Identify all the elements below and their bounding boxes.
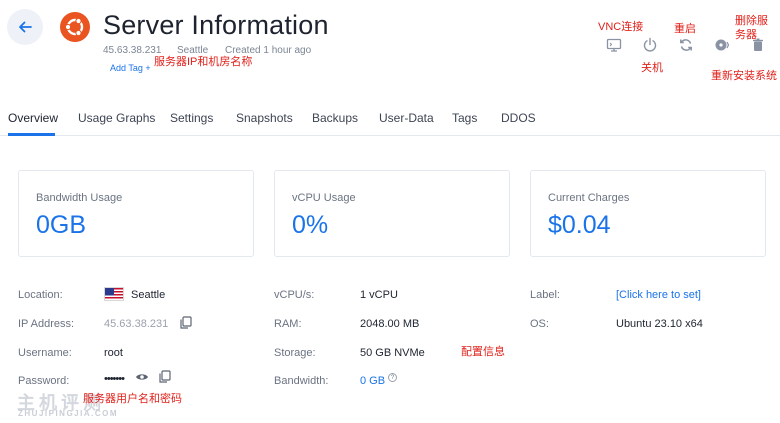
ip-address-value: 45.63.38.231: [104, 318, 169, 330]
annotation-vnc: VNC连接: [598, 21, 644, 33]
storage-label: Storage:: [274, 347, 316, 359]
server-ip: 45.63.38.231: [103, 45, 162, 56]
show-password-button[interactable]: [135, 371, 149, 383]
location-value: Seattle: [131, 289, 166, 301]
ubuntu-logo-icon: [60, 12, 90, 42]
copy-icon: [179, 315, 192, 329]
question-icon[interactable]: ?: [388, 373, 397, 382]
us-flag-icon: [104, 287, 124, 301]
current-charges-card: Current Charges $0.04: [530, 170, 766, 257]
bandwidth-value[interactable]: 0 GB: [360, 375, 385, 387]
tab-settings[interactable]: Settings: [170, 111, 213, 125]
ram-label: RAM:: [274, 318, 302, 330]
ip-address-label: IP Address:: [18, 318, 75, 330]
tab-user-data[interactable]: User-Data: [379, 111, 434, 125]
annotation-ip-room: 服务器IP和机房名称: [154, 56, 253, 68]
label-field-label: Label:: [530, 289, 560, 301]
username-value: root: [104, 347, 123, 359]
tab-tags[interactable]: Tags: [452, 111, 477, 125]
password-value: •••••••: [104, 373, 125, 385]
annotation-credentials: 服务器用户名和密码: [83, 393, 182, 405]
restart-button[interactable]: [677, 36, 695, 54]
copy-ip-button[interactable]: [178, 315, 192, 329]
power-icon: [643, 37, 657, 52]
vcpu-label: vCPU/s:: [274, 289, 315, 301]
os-label: OS:: [530, 318, 549, 330]
trash-icon: [753, 38, 763, 51]
vcpu-value: 1 vCPU: [360, 289, 398, 301]
card-value: 0%: [292, 211, 329, 239]
annotation-config: 配置信息: [461, 346, 505, 358]
add-tag-link[interactable]: Add Tag +: [110, 63, 151, 73]
set-label-link[interactable]: [Click here to set]: [616, 289, 701, 301]
tab-bar: Overview Usage Graphs Settings Snapshots…: [0, 100, 780, 136]
tab-ddos[interactable]: DDOS: [501, 111, 536, 125]
delete-button[interactable]: [749, 36, 767, 54]
storage-value: 50 GB NVMe: [360, 347, 425, 359]
active-tab-indicator: [8, 133, 55, 136]
os-value: Ubuntu 23.10 x64: [616, 318, 703, 330]
card-label: Current Charges: [548, 192, 630, 204]
card-label: Bandwidth Usage: [36, 192, 123, 204]
monitor-icon: [606, 38, 622, 52]
disc-icon: [715, 39, 730, 51]
annotation-shutdown: 关机: [641, 62, 663, 74]
card-value: $0.04: [548, 211, 611, 239]
vcpu-usage-card: vCPU Usage 0%: [274, 170, 510, 257]
tab-backups[interactable]: Backups: [312, 111, 358, 125]
back-button[interactable]: [7, 9, 43, 45]
ram-value: 2048.00 MB: [360, 318, 420, 330]
tab-usage-graphs[interactable]: Usage Graphs: [78, 111, 155, 125]
refresh-icon: [680, 39, 692, 51]
power-button[interactable]: [641, 36, 659, 54]
vnc-button[interactable]: [605, 36, 623, 54]
card-value: 0GB: [36, 211, 87, 239]
annotation-restart: 重启: [674, 23, 696, 35]
tab-overview[interactable]: Overview: [8, 111, 58, 125]
eye-icon: [136, 374, 148, 380]
password-label: Password:: [18, 375, 70, 387]
bandwidth-usage-card: Bandwidth Usage 0GB: [18, 170, 254, 257]
arrow-left-icon: [19, 21, 32, 33]
copy-password-button[interactable]: [157, 369, 171, 383]
page-title: Server Information: [103, 10, 329, 40]
copy-icon: [158, 369, 171, 383]
card-label: vCPU Usage: [292, 192, 356, 204]
tab-snapshots[interactable]: Snapshots: [236, 111, 293, 125]
annotation-reinstall: 重新安装系统: [711, 70, 777, 82]
bandwidth-label: Bandwidth:: [274, 375, 329, 387]
username-label: Username:: [18, 347, 72, 359]
watermark-url: ZHUJIPINGJIA.COM: [18, 409, 119, 418]
reinstall-button[interactable]: [713, 36, 731, 54]
location-label: Location:: [18, 289, 63, 301]
